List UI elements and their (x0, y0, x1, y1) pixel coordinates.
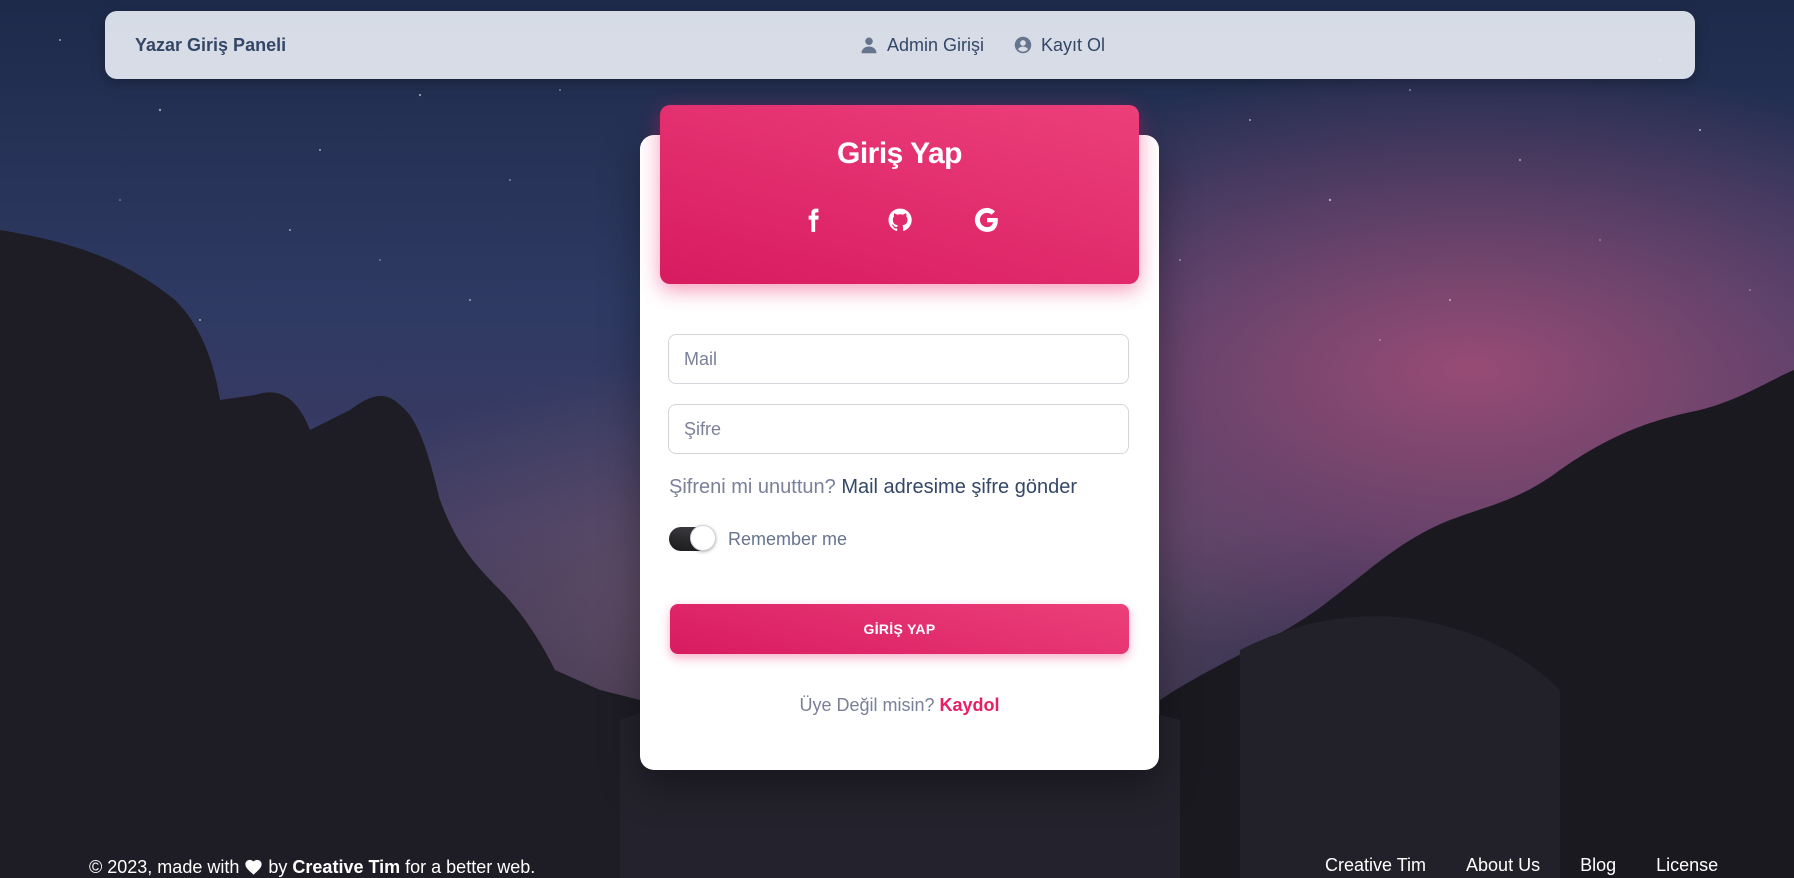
nav-link-label: Admin Girişi (887, 34, 985, 55)
footer-by: by (268, 857, 288, 877)
signup-prompt-text: Üye Değil misin? (799, 695, 935, 715)
signup-link[interactable]: Kaydol (940, 695, 1000, 715)
footer-link-license[interactable]: License (1656, 855, 1718, 876)
top-navbar: Yazar Giriş Paneli Admin Girişi Kayıt Ol (105, 11, 1695, 79)
remember-me-row: Remember me (669, 525, 847, 551)
remember-me-toggle[interactable] (669, 525, 716, 551)
google-icon (974, 207, 998, 232)
footer-suffix: for a better web. (405, 857, 536, 877)
footer-link-creative-tim[interactable]: Creative Tim (1325, 855, 1426, 876)
remember-me-label[interactable]: Remember me (728, 529, 847, 550)
nav-link-label: Kayıt Ol (1041, 34, 1106, 55)
facebook-icon (808, 208, 819, 232)
heart-icon (244, 858, 263, 875)
forgot-password-row: Şifreni mi unuttun? Mail adresime şifre … (669, 476, 1077, 499)
social-login-buttons (660, 205, 1139, 235)
footer-link-blog[interactable]: Blog (1580, 855, 1616, 876)
user-circle-icon (1014, 36, 1032, 54)
nav-link-register[interactable]: Kayıt Ol (1014, 35, 1105, 56)
github-login-button[interactable] (885, 205, 915, 235)
forgot-password-text: Şifreni mi unuttun? (669, 476, 836, 498)
signup-prompt: Üye Değil misin? Kaydol (640, 695, 1159, 716)
send-password-mail-link[interactable]: Mail adresime şifre gönder (841, 476, 1077, 498)
password-input[interactable] (668, 404, 1129, 454)
github-icon (888, 208, 912, 231)
footer-copyright: © 2023, made with by Creative Tim for a … (89, 857, 535, 878)
google-login-button[interactable] (972, 205, 1002, 235)
toggle-knob (690, 525, 716, 551)
login-card-header: Giriş Yap (660, 105, 1139, 284)
brand-title[interactable]: Yazar Giriş Paneli (135, 11, 286, 79)
footer-prefix: © 2023, made with (89, 857, 240, 877)
login-title: Giriş Yap (836, 137, 963, 170)
nav-link-admin-login[interactable]: Admin Girişi (860, 35, 984, 56)
login-submit-button[interactable]: GİRİŞ YAP (670, 604, 1129, 654)
footer-author-link[interactable]: Creative Tim (292, 857, 400, 877)
facebook-login-button[interactable] (798, 205, 828, 235)
nav-links: Admin Girişi Kayıt Ol (860, 11, 1105, 79)
footer-link-about-us[interactable]: About Us (1466, 855, 1540, 876)
user-icon (861, 37, 877, 54)
footer-links: Creative Tim About Us Blog License (1325, 855, 1718, 876)
mail-input[interactable] (668, 334, 1129, 384)
